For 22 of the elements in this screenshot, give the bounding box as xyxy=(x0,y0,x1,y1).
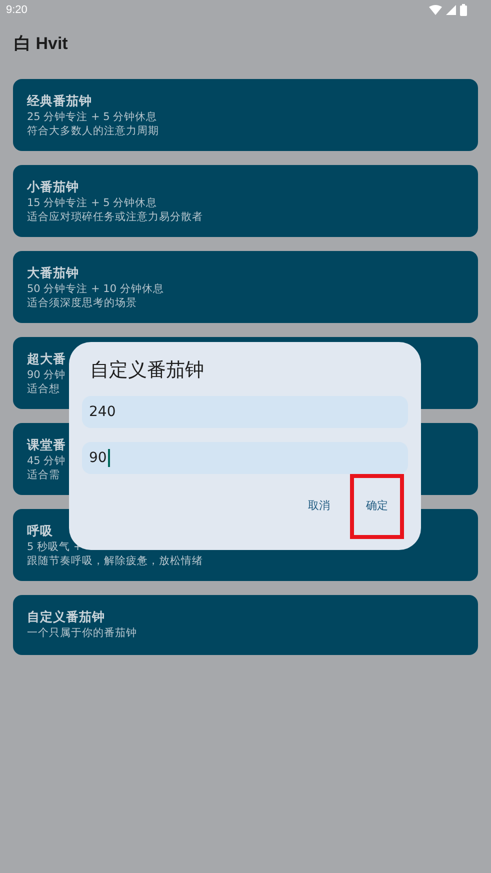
card-description: 跟随节奏呼吸，解除疲惫，放松情绪 xyxy=(27,554,203,568)
card-description: 25 分钟专注 + 5 分钟休息 xyxy=(27,110,158,124)
card-description: 符合大多数人的注意力周期 xyxy=(27,124,159,138)
card-title: 自定义番茄钟 xyxy=(27,608,105,626)
card-description: 适合应对琐碎任务或注意力易分散者 xyxy=(27,210,203,224)
card-description: 50 分钟专注 + 10 分钟休息 xyxy=(27,282,164,296)
card-description: 一个只属于你的番茄钟 xyxy=(27,626,137,640)
card-title: 呼吸 xyxy=(27,522,53,540)
status-time: 9:20 xyxy=(6,4,28,16)
card-title: 经典番茄钟 xyxy=(27,92,92,110)
card-description: 适合需 xyxy=(27,468,60,482)
dialog-title: 自定义番茄钟 xyxy=(89,358,205,383)
card-description: 适合想 xyxy=(27,382,60,396)
app-title: 白 Hvit xyxy=(13,33,69,55)
card-description: 90 分钟 xyxy=(27,368,66,382)
card-title: 课堂番 xyxy=(27,436,66,454)
card-description: 45 分钟 xyxy=(27,454,66,468)
card-description: 15 分钟专注 + 5 分钟休息 xyxy=(27,196,158,210)
card-description: 适合须深度思考的场景 xyxy=(27,296,137,310)
card-title: 大番茄钟 xyxy=(27,264,79,282)
card-title: 小番茄钟 xyxy=(27,178,79,196)
card-title: 超大番 xyxy=(27,350,66,368)
